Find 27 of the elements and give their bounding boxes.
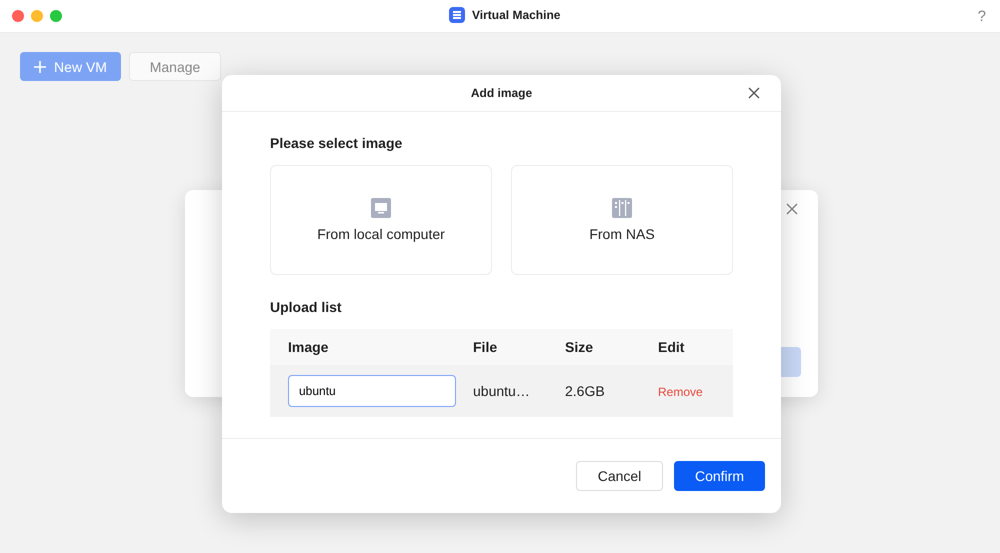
image-name-input[interactable]: ubuntu [288, 375, 456, 407]
column-header: Image [288, 339, 330, 355]
column-header: Edit [658, 339, 686, 355]
cancel-button[interactable]: Cancel [576, 461, 663, 491]
close-icon[interactable] [748, 87, 760, 99]
remove-link[interactable]: Remove [658, 385, 703, 399]
from-nas-card[interactable]: From NAS [511, 165, 733, 275]
dialog-title: Add image [470, 86, 532, 100]
window-title: Virtual Machine [472, 8, 560, 22]
confirm-button[interactable]: Confirm [674, 461, 765, 491]
help-button[interactable]: ? [978, 8, 986, 24]
close-icon[interactable] [786, 203, 798, 215]
monitor-icon [371, 198, 391, 218]
section-title: Upload list [270, 299, 343, 315]
server-icon [612, 198, 632, 218]
app-icon [449, 7, 465, 23]
plus-icon [34, 60, 46, 72]
zoom-window-button[interactable] [50, 10, 62, 22]
from-local-computer-card[interactable]: From local computer [270, 165, 492, 275]
close-window-button[interactable] [12, 10, 24, 22]
minimize-window-button[interactable] [31, 10, 43, 22]
manage-button[interactable]: Manage [129, 52, 221, 81]
table-cell-text: ubuntu… [473, 383, 531, 399]
column-header: Size [565, 339, 594, 355]
section-title: Please select image [270, 135, 404, 151]
column-header: File [473, 339, 498, 355]
table-cell-text: 2.6GB [565, 383, 606, 399]
